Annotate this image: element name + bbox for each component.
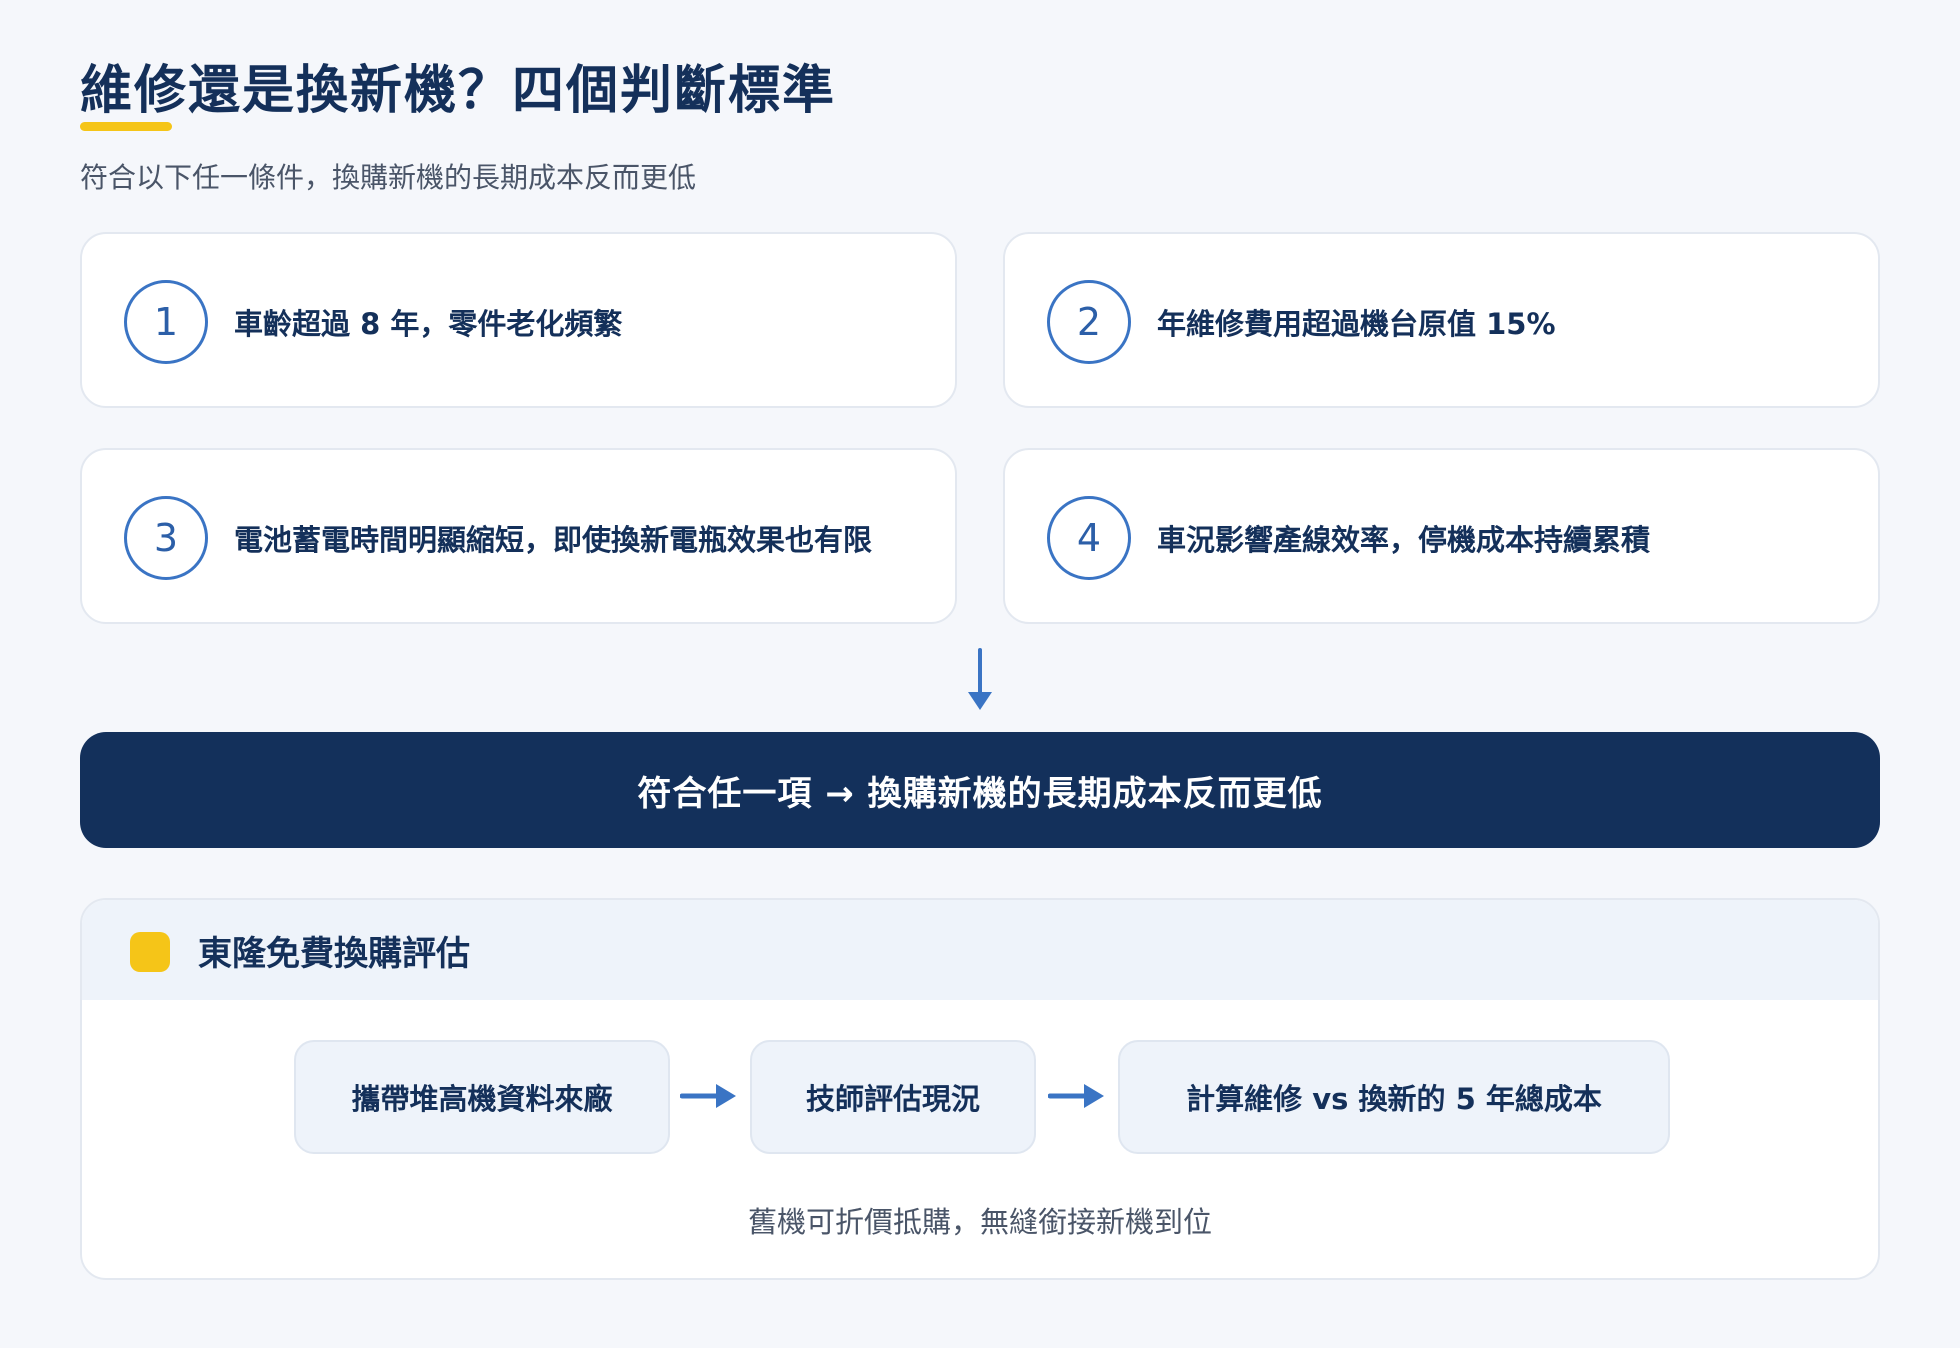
page: 維修還是換新機？四個判斷標準 符合以下任一條件，換購新機的長期成本反而更低 1 … [0, 0, 1960, 1348]
title-underline [80, 122, 172, 131]
step-cost-calculation: 計算維修 vs 換新的 5 年總成本 [1118, 1040, 1670, 1154]
arrow-right-icon [680, 1084, 736, 1108]
criteria-number-badge: 3 [124, 496, 208, 580]
evaluation-panel: 東隆免費換購評估 攜帶堆高機資料來廠 技師評估現況 計算維修 vs 換新的 5 … [80, 898, 1880, 1280]
page-subtitle: 符合以下任一條件，換購新機的長期成本反而更低 [80, 161, 697, 194]
criteria-text: 年維修費用超過機台原值 15% [1157, 307, 1556, 341]
arrow-right-icon [1048, 1084, 1104, 1108]
step-bring-documents: 攜帶堆高機資料來廠 [294, 1040, 670, 1154]
criteria-text: 電池蓄電時間明顯縮短，即使換新電瓶效果也有限 [234, 523, 873, 557]
yellow-square-icon [130, 932, 170, 972]
step-technician-assessment: 技師評估現況 [750, 1040, 1036, 1154]
evaluation-header: 東隆免費換購評估 [82, 900, 1878, 1000]
criteria-number-badge: 2 [1047, 280, 1131, 364]
evaluation-title: 東隆免費換購評估 [198, 933, 470, 974]
criteria-card-4: 4 車況影響產線效率，停機成本持續累積 [1003, 448, 1880, 624]
conclusion-banner: 符合任一項 → 換購新機的長期成本反而更低 [80, 732, 1880, 848]
page-title: 維修還是換新機？四個判斷標準 [80, 61, 837, 121]
criteria-number-badge: 4 [1047, 496, 1131, 580]
criteria-number-badge: 1 [124, 280, 208, 364]
criteria-card-3: 3 電池蓄電時間明顯縮短，即使換新電瓶效果也有限 [80, 448, 957, 624]
evaluation-note: 舊機可折價抵購，無縫銜接新機到位 [747, 1205, 1212, 1239]
criteria-card-1: 1 車齡超過 8 年，零件老化頻繁 [80, 232, 957, 408]
criteria-text: 車齡超過 8 年，零件老化頻繁 [234, 307, 623, 341]
criteria-card-2: 2 年維修費用超過機台原值 15% [1003, 232, 1880, 408]
arrow-down-icon [968, 648, 992, 710]
criteria-text: 車況影響產線效率，停機成本持續累積 [1157, 523, 1651, 557]
